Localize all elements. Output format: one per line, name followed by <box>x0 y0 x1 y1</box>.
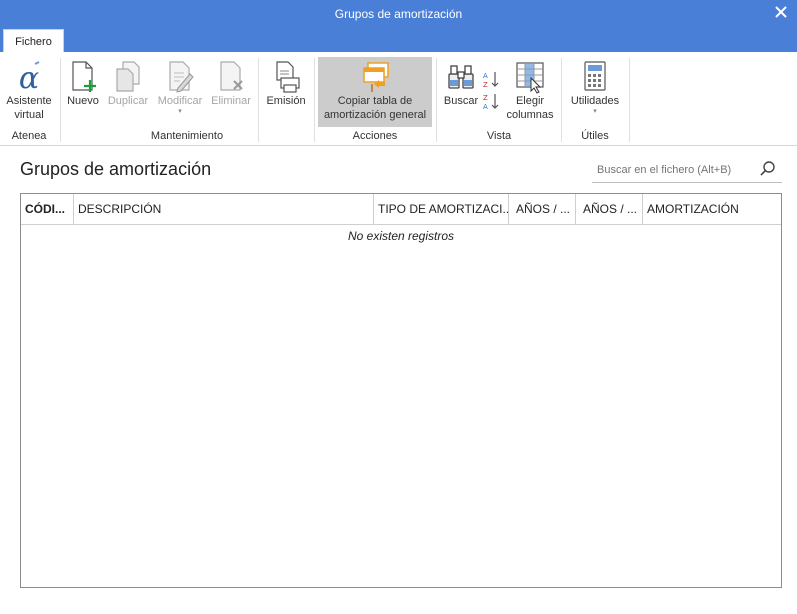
buscar-label: Buscar <box>443 95 479 107</box>
eliminar-button[interactable]: Eliminar <box>208 60 254 108</box>
utilidades-label: Utilidades <box>570 95 620 107</box>
chevron-down-icon: ▾ <box>593 108 597 115</box>
group-label-mantenimiento: Mantenimiento <box>150 130 224 142</box>
new-document-icon <box>72 61 96 92</box>
copiar-tabla-button[interactable]: Copiar tabla de amortización general <box>318 57 432 127</box>
search-icon[interactable] <box>759 160 777 178</box>
column-header-descripcion[interactable]: DESCRIPCIÓN <box>74 194 374 225</box>
svg-text:α: α <box>19 61 39 94</box>
copiar-label-1: Copiar tabla de <box>337 95 413 107</box>
svg-text:A: A <box>483 72 488 80</box>
column-header-anos-1[interactable]: AÑOS / ... <box>509 194 576 225</box>
search-input[interactable] <box>597 161 757 179</box>
copy-table-icon <box>363 62 389 92</box>
binoculars-icon <box>448 65 474 89</box>
calculator-icon <box>584 61 606 91</box>
emision-label: Emisión <box>266 95 306 107</box>
title-bar: Grupos de amortización <box>0 0 797 29</box>
group-label-acciones: Acciones <box>352 130 398 142</box>
search-box <box>592 157 782 183</box>
page-title: Grupos de amortización <box>20 159 212 179</box>
asistente-label-1: Asistente <box>6 95 52 107</box>
duplicar-label: Duplicar <box>107 95 149 107</box>
modificar-label: Modificar <box>157 95 203 107</box>
svg-text:Z: Z <box>483 81 488 88</box>
edit-icon <box>169 61 194 93</box>
modificar-button[interactable]: Modificar ▾ <box>153 60 207 116</box>
sort-descending-button[interactable]: Z A <box>482 92 500 111</box>
nuevo-button[interactable]: Nuevo <box>65 60 101 108</box>
grid-header: CÓDI... DESCRIPCIÓN TIPO DE AMORTIZACI..… <box>21 194 781 225</box>
svg-text:Z: Z <box>483 94 488 102</box>
sort-az-icon: A Z <box>483 72 499 89</box>
elegir-columnas-button[interactable]: Elegir columnas <box>503 60 557 122</box>
delete-icon <box>220 61 243 91</box>
eliminar-label: Eliminar <box>211 95 251 107</box>
duplicar-button[interactable]: Duplicar <box>104 60 152 108</box>
buscar-button[interactable]: Buscar <box>441 60 481 108</box>
copiar-label-2: amortización general <box>323 109 427 121</box>
emision-button[interactable]: Emisión <box>262 60 310 108</box>
duplicate-icon <box>116 61 140 92</box>
group-separator <box>629 58 630 142</box>
column-header-tipo-amortizacion[interactable]: TIPO DE AMORTIZACI... <box>374 194 509 225</box>
asistente-label-2: virtual <box>14 109 44 121</box>
elegir-label-2: columnas <box>506 109 554 121</box>
close-button[interactable] <box>773 3 789 21</box>
elegir-label-1: Elegir <box>515 95 545 107</box>
close-icon <box>775 6 787 18</box>
empty-message: No existen registros <box>347 229 455 243</box>
columns-icon <box>516 62 544 94</box>
group-label-utiles: Útiles <box>581 130 609 142</box>
sort-za-icon: Z A <box>483 94 499 111</box>
group-separator <box>561 58 562 142</box>
group-label-atenea: Atenea <box>11 130 47 142</box>
utilidades-button[interactable]: Utilidades ▾ <box>565 60 625 116</box>
window-title: Grupos de amortización <box>334 7 463 21</box>
group-separator <box>60 58 61 142</box>
ribbon: α Asistente virtual Atenea Nuevo Duplica… <box>0 52 797 146</box>
group-separator <box>436 58 437 142</box>
chevron-down-icon: ▾ <box>178 108 182 115</box>
nuevo-label: Nuevo <box>67 95 99 107</box>
print-icon <box>276 61 300 93</box>
alpha-icon: α <box>19 61 40 94</box>
data-grid: CÓDI... DESCRIPCIÓN TIPO DE AMORTIZACI..… <box>20 193 782 588</box>
svg-text:A: A <box>483 103 488 110</box>
sort-ascending-button[interactable]: A Z <box>482 70 500 89</box>
tab-fichero[interactable]: Fichero <box>3 29 64 52</box>
asistente-virtual-button[interactable]: α Asistente virtual <box>3 60 55 122</box>
group-separator <box>314 58 315 142</box>
ribbon-tab-strip: Fichero <box>0 29 797 52</box>
column-header-anos-2[interactable]: AÑOS / ... <box>576 194 643 225</box>
group-label-vista: Vista <box>486 130 512 142</box>
column-header-amortizacion[interactable]: AMORTIZACIÓN <box>643 194 781 225</box>
column-header-codigo[interactable]: CÓDI... <box>21 194 74 225</box>
